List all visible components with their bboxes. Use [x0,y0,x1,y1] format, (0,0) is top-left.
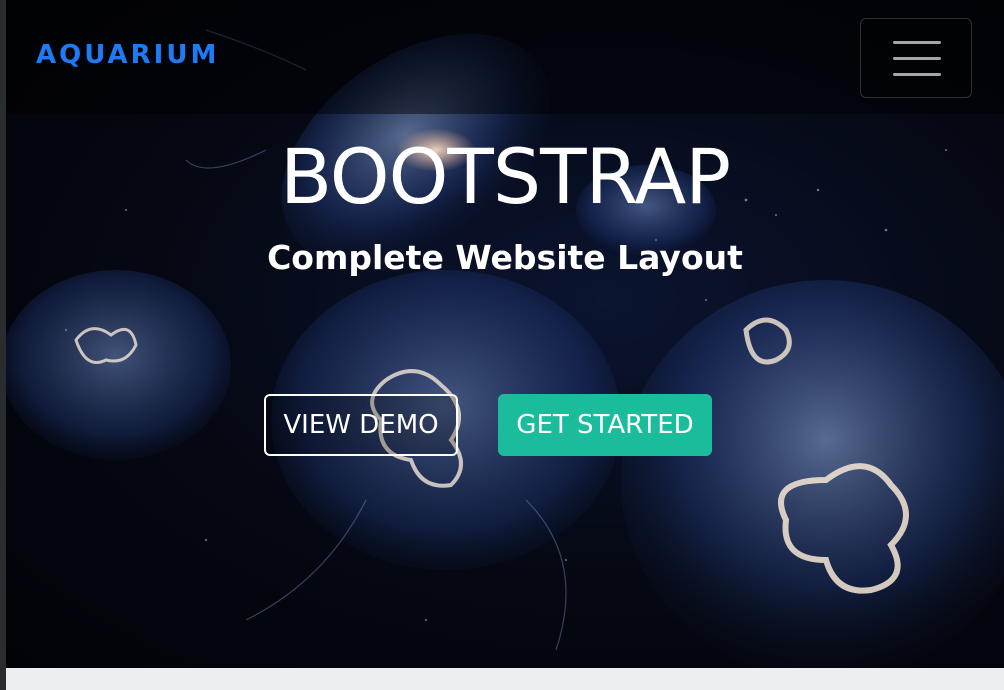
view-demo-button[interactable]: VIEW DEMO [264,394,458,456]
footer-strip [6,668,1004,690]
hamburger-menu-icon [893,73,941,76]
hamburger-menu-icon [893,41,941,44]
hero-section: AQUARIUM BOOTSTRAP Complete Website Layo… [6,0,1004,668]
brand-logo[interactable]: AQUARIUM [36,40,219,70]
get-started-button[interactable]: GET STARTED [498,394,712,456]
hero-subtitle: Complete Website Layout [267,238,743,277]
navbar: AQUARIUM [6,0,1004,114]
hero-title: BOOTSTRAP [279,132,731,221]
page: AQUARIUM BOOTSTRAP Complete Website Layo… [0,0,1004,690]
hamburger-menu-icon [893,57,941,60]
menu-toggle-button[interactable] [860,18,972,98]
